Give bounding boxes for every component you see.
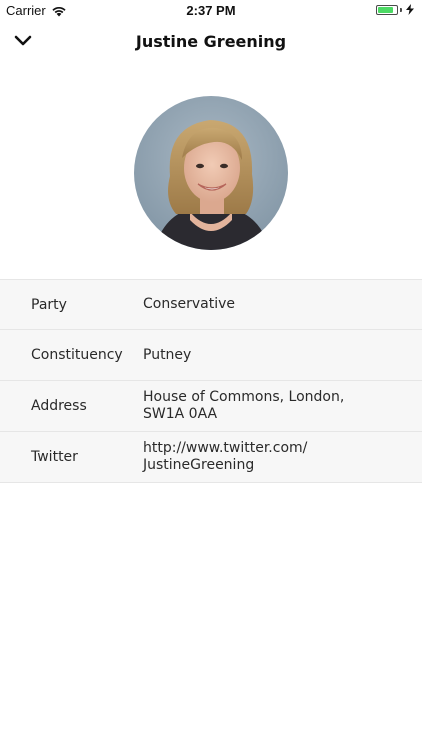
battery-fill <box>378 6 394 13</box>
detail-row-twitter[interactable]: Twitter http://www.twitter.com/ JustineG… <box>0 432 422 483</box>
party-label: Party <box>31 296 67 313</box>
address-label: Address <box>31 398 87 414</box>
battery-indicator <box>376 4 414 15</box>
party-value: Conservative <box>143 296 236 312</box>
detail-row-constituency: Constituency Putney <box>0 330 422 381</box>
twitter-label: Twitter <box>31 449 78 465</box>
address-value[interactable]: House of Commons, London, SW1A 0AA <box>143 389 388 423</box>
page-title: Justine Greening <box>135 32 287 51</box>
constituency-label: Constituency <box>31 347 123 363</box>
charging-bolt-icon <box>406 4 414 15</box>
battery-tip <box>400 7 402 12</box>
twitter-link[interactable]: http://www.twitter.com/ JustineGreening <box>143 440 388 474</box>
detail-row-address[interactable]: Address House of Commons, London, SW1A 0… <box>0 381 422 432</box>
status-time: 2:37 PM <box>186 3 236 18</box>
portrait-photo <box>134 96 288 250</box>
status-bar: Carrier 2:37 PM <box>0 0 422 22</box>
navigation-bar: Justine Greening <box>0 22 422 64</box>
avatar <box>134 96 288 250</box>
details-list: Party Conservative Constituency Putney A… <box>0 279 422 483</box>
detail-row-party: Party Conservative <box>0 280 422 330</box>
battery-icon <box>376 4 398 15</box>
constituency-value: Putney <box>143 346 192 363</box>
